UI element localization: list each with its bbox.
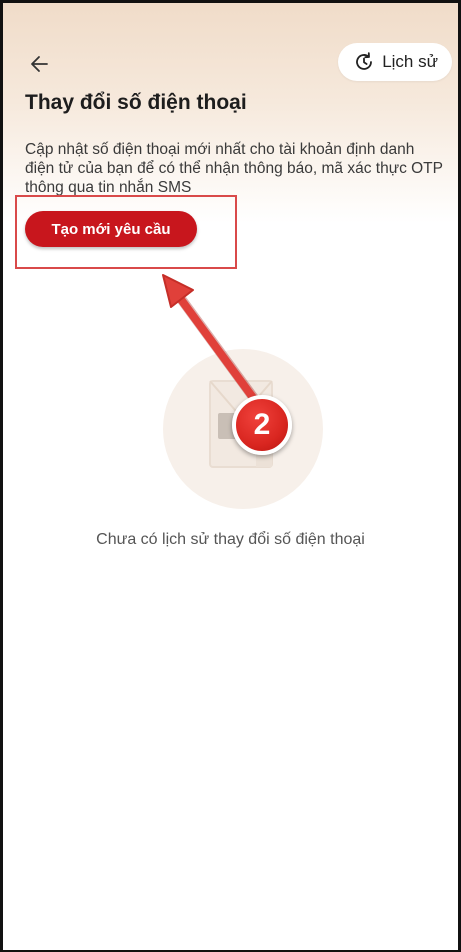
app-screen: Lịch sử Thay đổi số điện thoại Cập nhật … [0,0,461,952]
history-button[interactable]: Lịch sử [338,43,452,81]
step-number-badge: 2 [232,395,292,455]
back-button[interactable] [25,51,55,77]
empty-state-text: Chưa có lịch sử thay đổi số điện thoại [96,531,365,548]
arrow-left-icon [31,56,48,72]
page-description: Cập nhật số điện thoại mới nhất cho tài … [25,141,443,196]
create-request-button[interactable]: Tạo mới yêu cầu [25,211,197,247]
history-clock-icon [356,52,373,70]
page-title: Thay đổi số điện thoại [25,91,247,114]
history-button-label: Lịch sử [382,52,438,71]
